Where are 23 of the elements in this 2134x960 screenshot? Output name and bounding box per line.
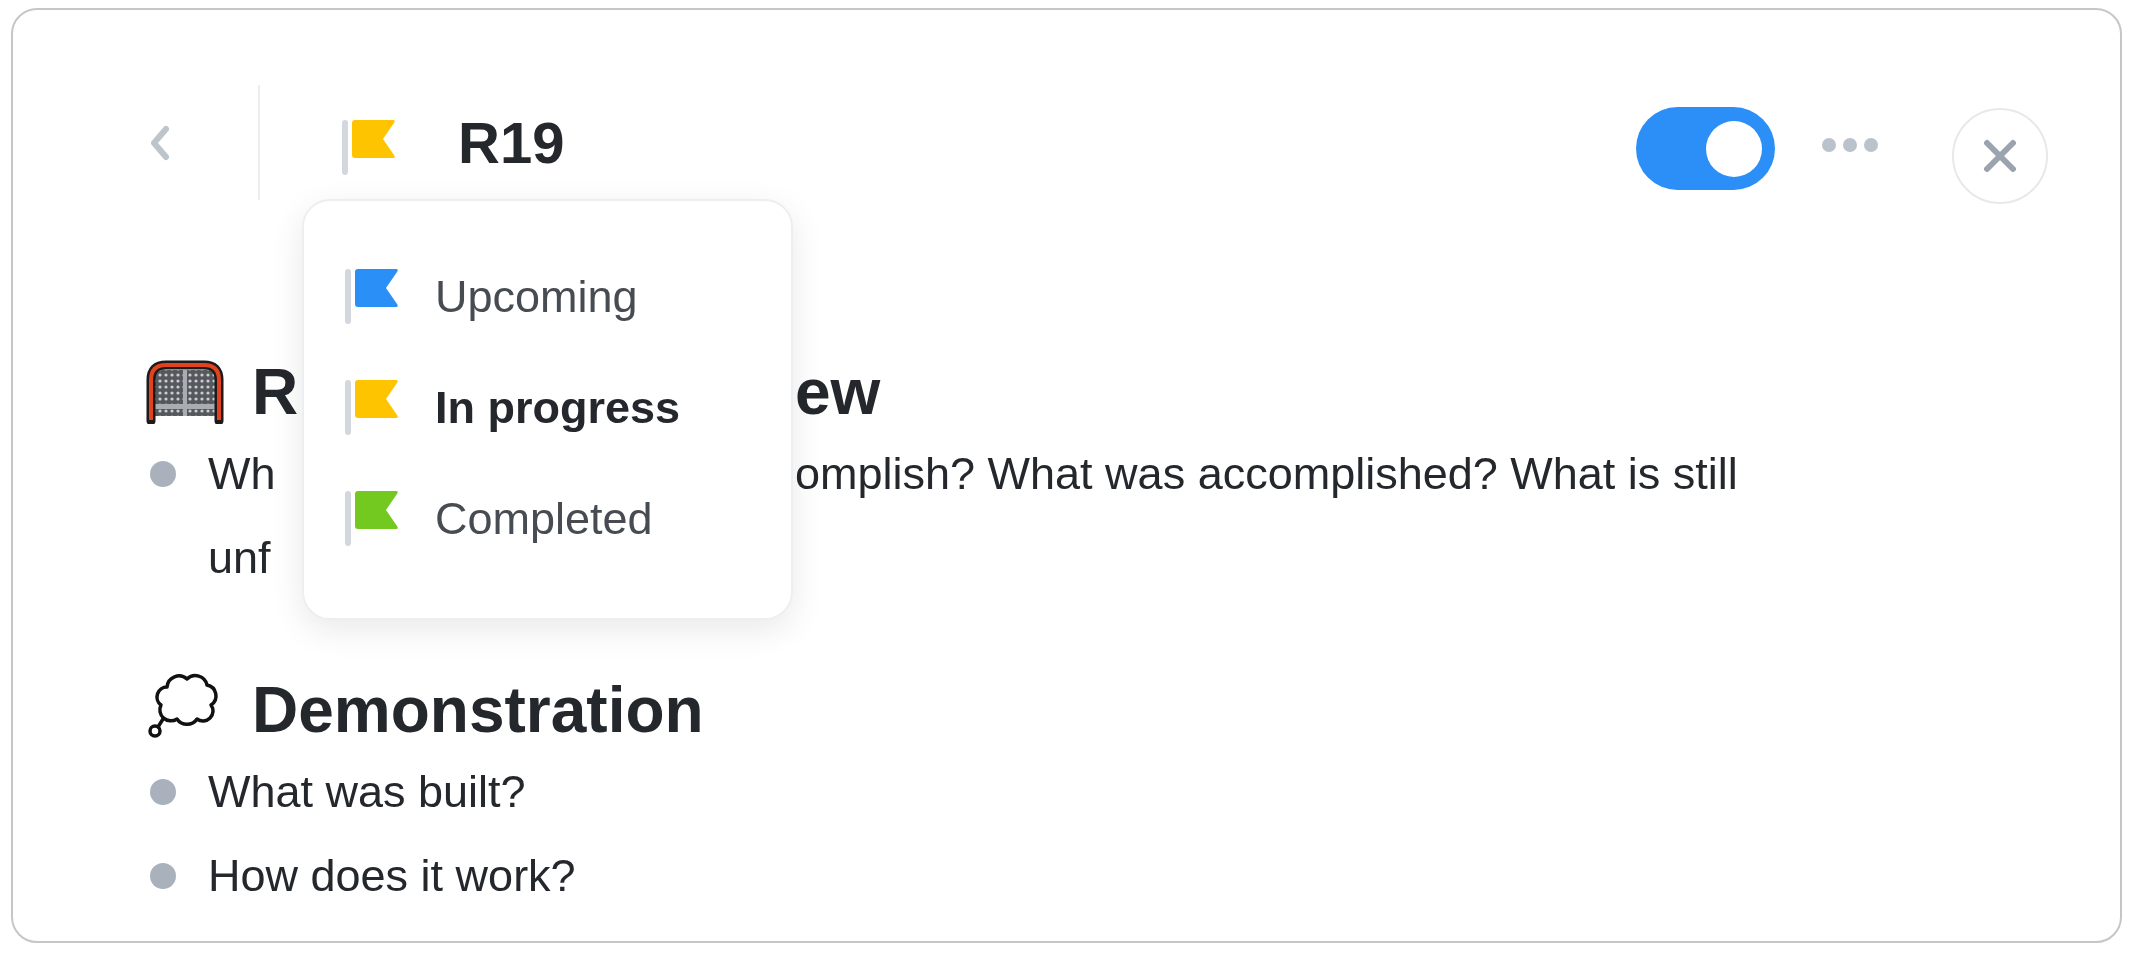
chevron-left-icon	[149, 124, 171, 161]
section-heading: ew	[795, 355, 881, 430]
flag-icon	[342, 120, 396, 175]
bullet-dot-icon	[150, 779, 176, 805]
goal-net-icon	[145, 360, 225, 424]
page-title: R19	[458, 108, 565, 177]
bullet-dot-icon	[150, 863, 176, 889]
bullet-text: omplish? What was accomplished? What is still	[795, 447, 1738, 501]
bullet-text: unf	[208, 531, 271, 585]
section-heading: R	[252, 355, 299, 430]
close-button[interactable]	[1952, 107, 2048, 204]
more-icon	[1822, 137, 1878, 152]
bullet-text: How does it work?	[208, 849, 576, 903]
status-menu-item[interactable]: Completed	[345, 463, 791, 574]
status-menu-item[interactable]: Upcoming	[345, 241, 791, 352]
status-flag-button[interactable]	[342, 120, 396, 175]
bullet-dot-icon	[150, 461, 176, 487]
more-button[interactable]	[1822, 137, 1878, 152]
status-menu-item[interactable]: In progress	[345, 352, 791, 463]
section-heading: Demonstration	[252, 673, 704, 748]
bullet-text: What was built?	[208, 765, 526, 819]
bullet-text: Wh	[208, 447, 276, 501]
close-icon	[1983, 138, 2017, 173]
